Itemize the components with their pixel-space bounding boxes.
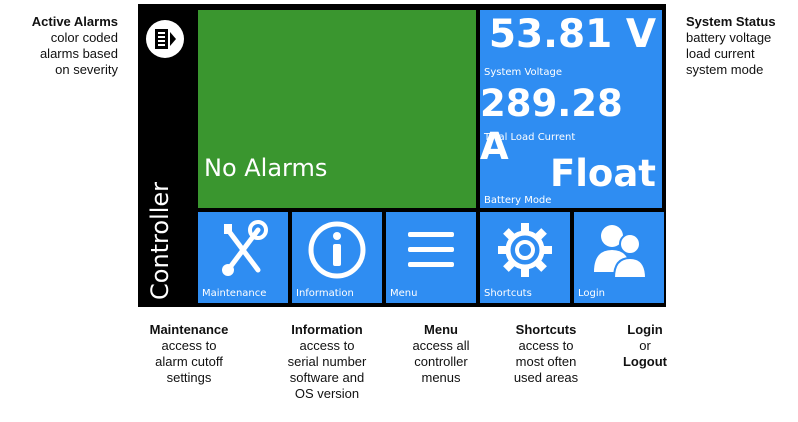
login-callout: Login or Logout [606, 322, 684, 370]
callout-title: System Status [686, 14, 776, 29]
system-voltage-value: 53.81 V [488, 12, 656, 57]
alarm-status-text: No Alarms [204, 154, 328, 182]
callout-title: Maintenance [149, 322, 229, 337]
system-status-panel[interactable]: 53.81 V System Voltage 289.28 A Total Lo… [480, 10, 662, 208]
controller-label: Controller [146, 181, 174, 300]
callout-line: used areas [513, 370, 579, 385]
callout-line: settings [166, 370, 212, 385]
active-alarms-callout: Active Alarms color coded alarms based o… [0, 14, 118, 78]
system-status-callout: System Status battery voltage load curre… [686, 14, 798, 78]
battery-mode-value: Float [549, 152, 656, 195]
wrench-screwdriver-icon [222, 220, 268, 276]
alarm-list-icon [155, 29, 176, 49]
callout-title: Active Alarms [31, 14, 118, 29]
callout-line: access all [412, 338, 470, 353]
callout-title: Information [291, 322, 363, 337]
information-tile[interactable]: Information [292, 212, 382, 303]
callout-line: access to [518, 338, 574, 353]
alarm-list-button[interactable] [146, 20, 184, 58]
callout-line: controller [414, 354, 468, 369]
callout-title: Menu [424, 322, 458, 337]
information-callout: Information access to serial number soft… [268, 322, 386, 402]
login-tile[interactable]: Login [574, 212, 664, 303]
shortcuts-tile[interactable]: Shortcuts [480, 212, 570, 303]
callout-line: access to [299, 338, 355, 353]
tile-label: Shortcuts [484, 288, 532, 299]
battery-mode-label: Battery Mode [484, 195, 552, 206]
users-icon [594, 225, 648, 279]
callout-title: Shortcuts [515, 322, 577, 337]
callout-line: software and [289, 370, 365, 385]
callout-line: battery voltage [686, 30, 772, 45]
callout-line: access to [161, 338, 217, 353]
callout-line: OS version [294, 386, 360, 401]
callout-line: menus [421, 370, 461, 385]
callout-line: system mode [686, 62, 764, 77]
active-alarms-panel[interactable]: No Alarms [198, 10, 476, 208]
callout-line: alarms based [39, 46, 118, 61]
gear-icon [498, 223, 552, 277]
tile-label: Login [578, 288, 605, 299]
callout-title: Login [627, 322, 663, 337]
maintenance-callout: Maintenance access to alarm cutoff setti… [130, 322, 248, 386]
menu-callout: Menu access all controller menus [396, 322, 486, 386]
callout-title: Logout [622, 354, 668, 369]
callout-line: or [639, 338, 651, 353]
hamburger-menu-icon [408, 232, 454, 267]
callout-line: serial number [287, 354, 367, 369]
info-icon [308, 221, 366, 279]
shortcuts-callout: Shortcuts access to most often used area… [496, 322, 596, 386]
callout-line: most often [515, 354, 577, 369]
callout-line: load current [686, 46, 755, 61]
load-current-label: Total Load Current [484, 132, 576, 143]
controller-screen: Controller No Alarms 53.81 V System Volt… [138, 4, 666, 307]
tile-label: Information [296, 288, 354, 299]
maintenance-tile[interactable]: Maintenance [198, 212, 288, 303]
tile-label: Menu [390, 288, 418, 299]
system-voltage-label: System Voltage [484, 67, 562, 78]
tile-label: Maintenance [202, 288, 267, 299]
callout-line: on severity [55, 62, 118, 77]
menu-tile[interactable]: Menu [386, 212, 476, 303]
callout-line: alarm cutoff [155, 354, 223, 369]
callout-line: color coded [50, 30, 118, 45]
